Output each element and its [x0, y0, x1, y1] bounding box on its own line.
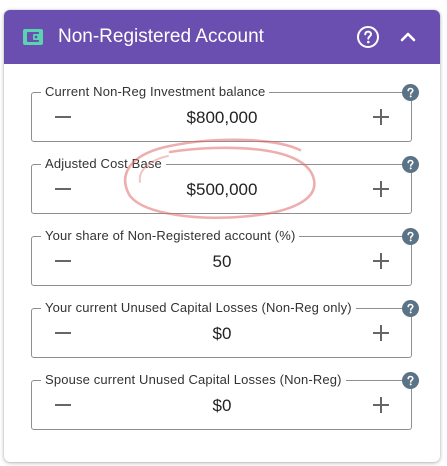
- chevron-up-icon[interactable]: [398, 27, 418, 47]
- field-label: Spouse current Unused Capital Losses (No…: [41, 372, 346, 388]
- spouse-unused-capital-losses-field[interactable]: Spouse current Unused Capital Losses (No…: [31, 372, 412, 430]
- help-icon[interactable]: [402, 84, 419, 101]
- minus-icon[interactable]: [52, 322, 74, 344]
- help-icon[interactable]: [402, 228, 419, 245]
- card-title: Non-Registered Account: [58, 26, 264, 47]
- plus-icon[interactable]: [370, 394, 392, 416]
- unused-capital-losses-field[interactable]: Your current Unused Capital Losses (Non-…: [31, 300, 412, 358]
- field-label: Your share of Non-Registered account (%): [41, 228, 300, 244]
- field-label: Adjusted Cost Base: [41, 156, 166, 172]
- field-label: Your current Unused Capital Losses (Non-…: [41, 300, 356, 316]
- field-value[interactable]: $500,000: [92, 179, 352, 201]
- help-icon[interactable]: [402, 156, 419, 173]
- plus-icon[interactable]: [370, 106, 392, 128]
- field-value[interactable]: $800,000: [92, 107, 352, 129]
- minus-icon[interactable]: [52, 178, 74, 200]
- non-registered-account-card: Non-Registered Account Current Non-Reg I…: [4, 10, 440, 462]
- help-icon[interactable]: [402, 372, 419, 389]
- account-share-field[interactable]: Your share of Non-Registered account (%)…: [31, 228, 412, 286]
- help-circle-icon[interactable]: [356, 25, 380, 49]
- plus-icon[interactable]: [370, 250, 392, 272]
- field-value[interactable]: $0: [92, 395, 352, 417]
- field-label: Current Non-Reg Investment balance: [41, 84, 270, 100]
- wallet-icon: [23, 29, 43, 45]
- minus-icon[interactable]: [52, 394, 74, 416]
- field-value[interactable]: 50: [92, 251, 352, 273]
- minus-icon[interactable]: [52, 106, 74, 128]
- plus-icon[interactable]: [370, 322, 392, 344]
- adjusted-cost-base-field[interactable]: Adjusted Cost Base $500,000: [31, 156, 412, 214]
- card-header[interactable]: Non-Registered Account: [4, 10, 440, 64]
- field-value[interactable]: $0: [92, 323, 352, 345]
- help-icon[interactable]: [402, 300, 419, 317]
- plus-icon[interactable]: [370, 178, 392, 200]
- investment-balance-field[interactable]: Current Non-Reg Investment balance $800,…: [31, 84, 412, 142]
- minus-icon[interactable]: [52, 250, 74, 272]
